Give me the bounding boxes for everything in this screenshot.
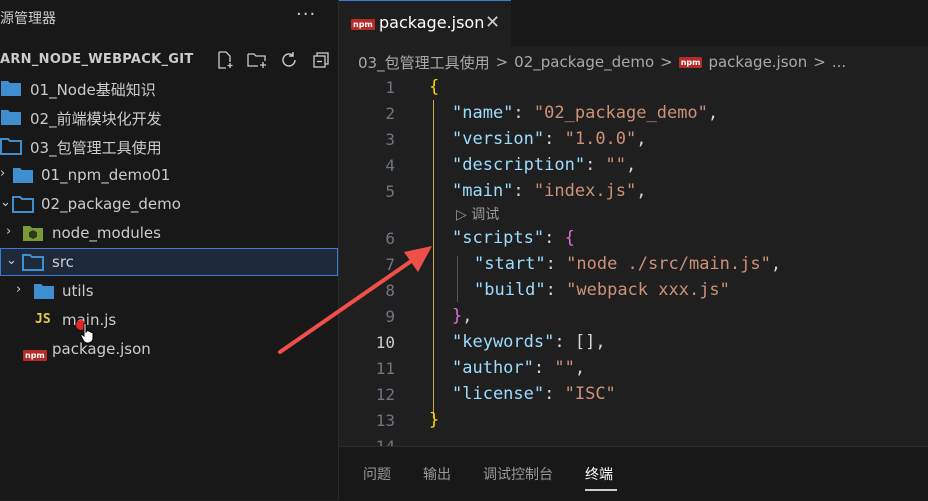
folder-icon — [0, 108, 22, 130]
code-editor[interactable]: 1 { 2 "name": "02_package_demo", 3 "vers… — [339, 76, 928, 446]
explorer-sidebar: 源管理器 ··· ARN_NODE_WEBPACK_GIT 01_Node基础知… — [0, 0, 339, 500]
new-file-icon[interactable] — [214, 49, 236, 71]
folder-icon — [33, 282, 55, 304]
breadcrumb: 03_包管理工具使用 > 02_package_demo > npm packa… — [358, 50, 846, 74]
code-line: 10 "keywords": [], — [375, 332, 606, 352]
node-modules-folder-icon — [22, 224, 44, 246]
chevron-down-icon: ⌄ — [0, 195, 11, 210]
tree-folder-npm-demo01[interactable]: › 01_npm_demo01 — [0, 161, 338, 189]
npm-icon: npm — [351, 19, 375, 30]
workspace-section-header[interactable]: ARN_NODE_WEBPACK_GIT — [0, 46, 338, 74]
chevron-down-icon: ⌄ — [6, 253, 17, 268]
bottom-panel: 问题 输出 调试控制台 终端 — [339, 446, 928, 501]
breadcrumb-item[interactable]: 02_package_demo — [514, 53, 654, 71]
tab-debug-console[interactable]: 调试控制台 — [483, 464, 553, 484]
tree-folder-02-frontend[interactable]: 02_前端模块化开发 — [0, 103, 338, 131]
folder-icon — [0, 79, 22, 101]
tree-folder-utils[interactable]: › utils — [0, 277, 338, 305]
breadcrumb-separator: > — [660, 53, 673, 71]
folder-icon — [12, 166, 34, 188]
breadcrumb-separator: > — [495, 53, 509, 71]
chevron-right-icon: › — [6, 224, 12, 239]
close-icon[interactable]: ✕ — [485, 12, 500, 33]
tab-package-json[interactable]: npm package.json ✕ — [339, 0, 511, 47]
code-line: 2 "name": "02_package_demo", — [385, 103, 719, 123]
breadcrumb-item[interactable]: ... — [832, 53, 846, 71]
code-line: 8 "build": "webpack xxx.js" — [385, 280, 730, 300]
more-actions-button[interactable]: ··· — [296, 4, 316, 25]
tab-problems[interactable]: 问题 — [363, 464, 391, 484]
npm-icon: npm — [23, 350, 47, 361]
code-line: 7 "start": "node ./src/main.js", — [385, 254, 782, 274]
new-folder-icon[interactable] — [246, 49, 268, 71]
code-line: 11 "author": "", — [375, 358, 586, 378]
tab-terminal[interactable]: 终端 — [585, 464, 613, 484]
chevron-right-icon: › — [16, 282, 22, 297]
folder-open-icon — [0, 137, 22, 159]
tree-folder-package-demo[interactable]: ⌄ 02_package_demo — [0, 190, 338, 218]
tree-folder-03-package-tools[interactable]: 03_包管理工具使用 — [0, 132, 338, 160]
breadcrumb-item[interactable]: 03_包管理工具使用 — [358, 52, 490, 73]
javascript-file-icon: JS — [35, 312, 51, 327]
folder-open-icon — [12, 195, 34, 217]
tree-folder-01-node[interactable]: 01_Node基础知识 — [0, 74, 338, 102]
editor-tab-bar: npm package.json ✕ — [339, 0, 928, 47]
active-tab-indicator — [585, 489, 617, 491]
code-line: 13 } — [375, 410, 440, 430]
chevron-right-icon: › — [0, 166, 6, 181]
workspace-title: ARN_NODE_WEBPACK_GIT — [0, 52, 194, 67]
tree-file-main-js[interactable]: JS main.js — [0, 306, 338, 334]
code-line: 4 "description": "", — [385, 155, 637, 175]
code-line: 3 "version": "1.0.0", — [385, 129, 647, 149]
npm-icon: npm — [678, 56, 703, 68]
code-line: 1 { — [385, 77, 440, 97]
tree-folder-node-modules[interactable]: › node_modules — [0, 219, 338, 247]
debug-codelens[interactable]: ▷ 调试 — [456, 204, 499, 224]
collapse-all-icon[interactable] — [310, 49, 332, 71]
refresh-icon[interactable] — [278, 49, 300, 71]
tree-file-package-json[interactable]: npm package.json — [0, 335, 338, 363]
tree-folder-src[interactable]: ⌄ src — [0, 248, 338, 276]
explorer-title: 源管理器 — [0, 11, 56, 27]
code-line: 12 "license": "ISC" — [375, 384, 616, 404]
folder-open-icon — [22, 253, 44, 275]
tab-output[interactable]: 输出 — [423, 464, 451, 484]
code-line: 5 "main": "index.js", — [385, 181, 647, 201]
hand-cursor-icon — [80, 322, 96, 348]
breadcrumb-separator: > — [813, 53, 826, 71]
breadcrumb-item[interactable]: package.json — [708, 53, 807, 71]
code-line: 9 }, — [385, 306, 473, 326]
code-line: 14 — [339, 435, 928, 446]
code-line: 6 "scripts": { — [385, 228, 575, 248]
tab-title: package.json — [379, 13, 485, 32]
